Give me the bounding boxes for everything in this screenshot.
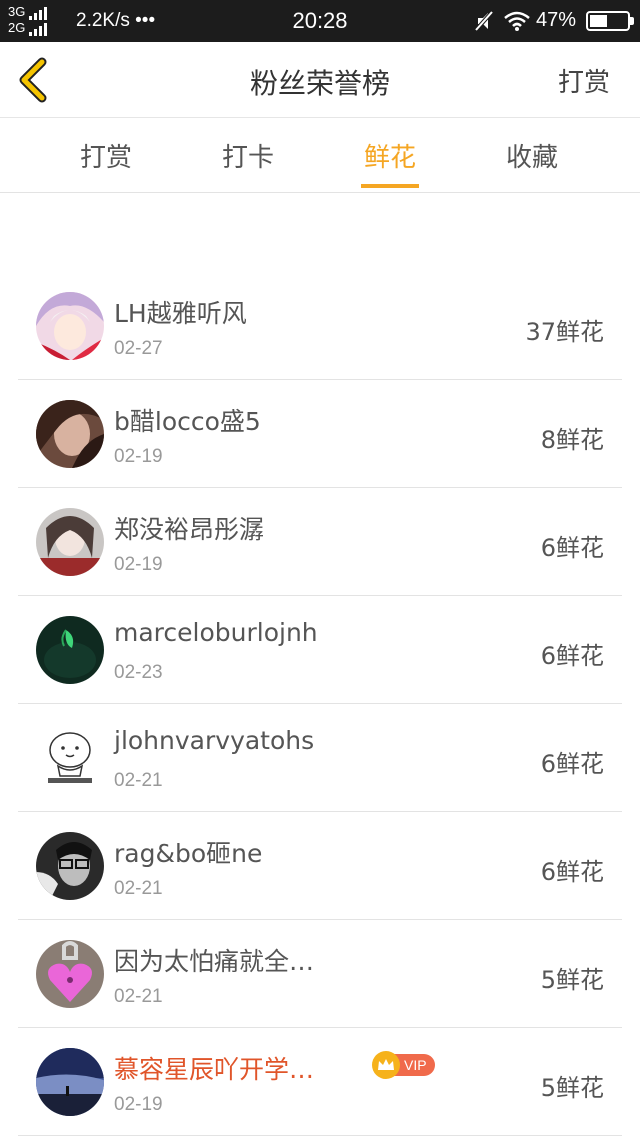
list-item[interactable]: b醋locco盛5 02-19 8鲜花	[18, 380, 622, 488]
flower-count: 6鲜花	[540, 858, 604, 886]
flower-count: 8鲜花	[540, 426, 604, 454]
fan-name: b醋locco盛5	[114, 407, 261, 436]
crown-icon	[372, 1051, 400, 1079]
fan-name: 郑没裕昂彤潺	[114, 515, 265, 544]
flower-count: 6鲜花	[540, 534, 604, 562]
wifi-icon	[504, 11, 530, 31]
tab-favorites[interactable]: 收藏	[472, 137, 592, 174]
fan-list: LH越雅听风 02-27 37鲜花 b醋locco盛5 02-19 8鲜花 郑没…	[18, 272, 622, 1136]
flower-count: 5鲜花	[540, 966, 604, 994]
list-item[interactable]: jlohnvarvyatohs 02-21 6鲜花	[18, 704, 622, 812]
avatar	[36, 400, 104, 468]
flower-count: 6鲜花	[540, 642, 604, 670]
flower-count: 6鲜花	[540, 750, 604, 778]
tab-bar: 打赏 打卡 鲜花 收藏	[0, 119, 640, 193]
page-title: 粉丝荣誉榜	[249, 67, 390, 100]
flower-count: 37鲜花	[525, 318, 604, 346]
fan-name: marceloburlojnh	[114, 618, 318, 647]
avatar	[36, 940, 104, 1008]
fan-name: jlohnvarvyatohs	[114, 726, 315, 755]
fan-date: 02-19	[114, 446, 163, 467]
list-item[interactable]: 慕容星辰吖开学… VIP 02-19 5鲜花	[18, 1028, 622, 1136]
fan-date: 02-19	[114, 1094, 163, 1115]
avatar	[36, 292, 104, 360]
fan-date: 02-19	[114, 554, 163, 575]
list-item[interactable]: 因为太怕痛就全… 02-21 5鲜花	[18, 920, 622, 1028]
list-item[interactable]: LH越雅听风 02-27 37鲜花	[18, 272, 622, 380]
list-item[interactable]: rag&bo砸ne 02-21 6鲜花	[18, 812, 622, 920]
tab-flowers[interactable]: 鲜花	[330, 137, 450, 174]
tab-checkin[interactable]: 打卡	[188, 137, 308, 174]
fan-date: 02-23	[114, 662, 163, 683]
fan-name: LH越雅听风	[114, 299, 247, 328]
tab-reward[interactable]: 打赏	[46, 137, 166, 174]
status-bar: 3G 2G 2.2K/s ••• 20:28 47%	[0, 0, 640, 42]
flower-count: 5鲜花	[540, 1074, 604, 1102]
fan-date: 02-21	[114, 878, 163, 899]
battery-percent: 47%	[536, 9, 577, 31]
fan-name: 慕容星辰吖开学…	[114, 1055, 315, 1084]
list-item[interactable]: marceloburlojnh 02-23 6鲜花	[18, 596, 622, 704]
avatar	[36, 832, 104, 900]
fan-date: 02-21	[114, 986, 163, 1007]
fan-name: 因为太怕痛就全…	[114, 947, 315, 976]
avatar	[36, 508, 104, 576]
battery-icon	[586, 11, 634, 31]
fan-name: rag&bo砸ne	[114, 839, 263, 868]
nav-bar: 粉丝荣誉榜 打赏	[0, 42, 640, 118]
fan-date: 02-27	[114, 338, 163, 359]
active-tab-indicator	[361, 184, 419, 188]
list-item[interactable]: 郑没裕昂彤潺 02-19 6鲜花	[18, 488, 622, 596]
avatar	[36, 616, 104, 684]
avatar	[36, 1048, 104, 1116]
vip-badge: VIP	[372, 1051, 435, 1079]
fan-date: 02-21	[114, 770, 163, 791]
avatar	[36, 724, 104, 792]
reward-button[interactable]: 打赏	[558, 62, 610, 99]
mute-icon	[474, 10, 494, 32]
